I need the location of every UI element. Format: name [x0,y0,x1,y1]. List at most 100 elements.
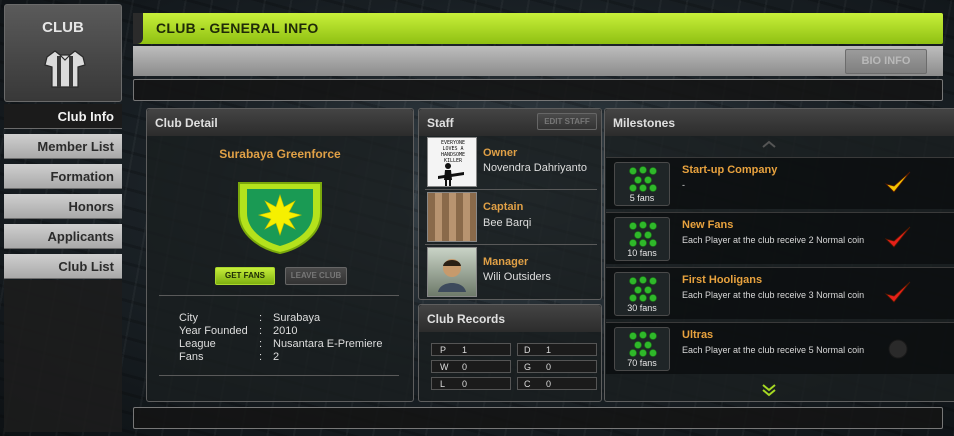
fans-crowd-icon: 30 fans [614,272,670,316]
colon: : [259,338,263,350]
league-label: League [179,338,216,350]
panel-title: Club Detail [155,116,218,130]
milestone-fans: 70 fans [627,358,657,368]
club-name: Surabaya Greenforce [219,147,341,161]
record-value: 0 [462,379,468,389]
nav-club-list[interactable]: Club List [4,254,122,279]
locked-indicator-icon [888,339,908,359]
owner-name: Novendra Dahriyanto [483,162,587,174]
record-key: D [524,345,531,355]
divider [159,295,399,296]
red-checkmark-icon [884,281,911,303]
milestone-row: 5 fans Start-up Company - [606,157,954,209]
milestone-title: First Hooligans [682,274,763,286]
captain-name: Bee Barqi [483,217,532,229]
milestone-title: Ultras [682,329,714,341]
get-fans-button[interactable]: GET FANS [215,267,275,285]
club-detail-panel: Club Detail Surabaya Greenforce GET FANS… [146,108,414,402]
panel-header: Club Detail [147,109,413,136]
milestone-description: - [682,180,685,190]
record-played: P 1 [431,343,511,356]
fans-label: Fans [179,351,204,363]
captain-role: Captain [483,201,524,213]
nav-formation[interactable]: Formation [4,164,122,189]
city-value: Surabaya [273,312,321,324]
record-key: C [524,379,531,389]
nav-member-list[interactable]: Member List [4,134,122,159]
bottom-strip [133,407,943,429]
record-goals: G 0 [517,360,597,373]
divider [159,375,399,376]
record-lost: L 0 [431,377,511,390]
milestone-row: 70 fans Ultras Each Player at the club rec… [606,322,954,374]
colon: : [259,325,263,337]
manager-name: Wili Outsiders [483,271,551,283]
record-key: P [440,345,447,355]
top-strip [133,79,943,101]
record-value: 0 [546,379,552,389]
scroll-down-icon[interactable] [761,383,777,397]
captain-photo [427,192,477,242]
divider [425,244,597,245]
bio-info-button[interactable]: BIO INFO [845,49,927,74]
panel-header: Milestones [605,109,954,136]
divider [425,189,597,190]
nav-honors[interactable]: Honors [4,194,122,219]
manager-photo [427,247,477,297]
year-founded-value: 2010 [273,325,298,337]
record-value: 1 [546,345,552,355]
leave-club-button[interactable]: LEAVE CLUB [285,267,347,285]
edit-staff-button[interactable]: EDIT STAFF [537,113,597,130]
fans-crowd-icon: 70 fans [614,327,670,371]
panel-title: Milestones [613,116,676,130]
club-crest-icon [238,182,322,255]
staff-panel: Staff EDIT STAFF EVERYONE LOVES A HANDSO… [418,108,602,300]
fans-crowd-icon: 10 fans [614,217,670,261]
club-heading: CLUB [42,19,84,36]
milestone-fans: 10 fans [627,248,657,258]
fans-crowd-icon: 5 fans [614,162,670,206]
manager-role: Manager [483,256,529,268]
record-value: 1 [462,345,468,355]
colon: : [259,312,263,324]
nav-applicants[interactable]: Applicants [4,224,122,249]
city-label: City [179,312,198,324]
fans-value: 2 [273,351,280,363]
milestone-fans: 5 fans [629,193,655,203]
club-records-panel: Club Records P 1 W 0 L 0 D 1 G 0 C 0 [418,304,602,402]
owner-role: Owner [483,147,518,159]
record-conceded: C 0 [517,377,597,390]
page-title: CLUB - GENERAL INFO [156,20,319,36]
record-key: G [524,362,532,372]
scroll-up-icon[interactable] [761,139,777,149]
record-value: 0 [546,362,552,372]
jersey-icon [44,50,86,88]
yellow-checkmark-icon [884,171,911,193]
milestone-title: New Fans [682,219,734,231]
milestone-row: 30 fans First Hooligans Each Player at the… [606,267,954,319]
record-won: W 0 [431,360,511,373]
info-bar [133,46,943,76]
club-logo-box: CLUB [4,4,122,102]
nav-filler [4,280,122,432]
panel-title: Club Records [427,312,506,326]
panel-title: Staff [427,116,454,130]
guitarist-silhouette-icon [438,163,464,186]
person-portrait-icon [438,259,466,292]
nav-club-info[interactable]: Club Info [4,104,122,129]
record-drawn: D 1 [517,343,597,356]
record-key: W [440,362,449,372]
milestone-description: Each Player at the club receive 5 Normal… [682,345,865,355]
year-founded-label: Year Founded [179,325,248,337]
owner-photo-caption: EVERYONE LOVES A HANDSOME KILLER [440,140,466,164]
panel-header: Club Records [419,305,601,332]
milestone-row: 10 fans New Fans Each Player at the club r… [606,212,954,264]
owner-photo: EVERYONE LOVES A HANDSOME KILLER [427,137,477,187]
milestone-description: Each Player at the club receive 3 Normal… [682,290,865,300]
league-value: Nusantara E-Premiere [273,338,383,350]
milestone-fans: 30 fans [627,303,657,313]
colon: : [259,351,263,363]
milestone-description: Each Player at the club receive 2 Normal… [682,235,865,245]
record-key: L [440,379,446,389]
milestones-panel: Milestones 5 fans Start-up Company - 10 fan… [604,108,954,402]
